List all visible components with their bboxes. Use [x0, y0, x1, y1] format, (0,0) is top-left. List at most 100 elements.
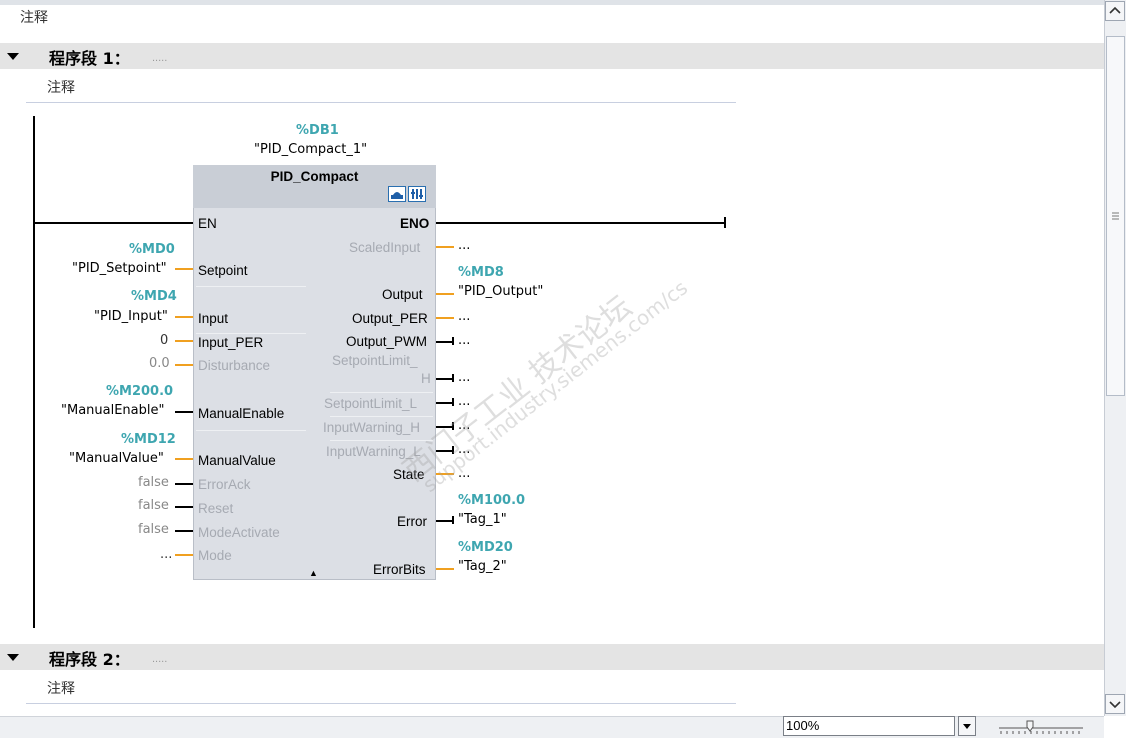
error-address[interactable]: %M100.0 [458, 493, 525, 508]
zoom-slider[interactable] [997, 718, 1085, 736]
pin-output-per[interactable]: Output_PER [352, 311, 428, 326]
zoom-select[interactable]: 100% [783, 716, 955, 736]
pin-separator [330, 416, 433, 417]
pin-input-per[interactable]: Input_PER [198, 335, 263, 350]
error-wire-end [452, 516, 454, 524]
pin-error-ack[interactable]: ErrorAck [198, 477, 251, 492]
scroll-thumb[interactable] [1106, 36, 1125, 396]
manual-value-wire [175, 458, 193, 460]
commissioning-icon[interactable] [388, 186, 406, 202]
pin-mode-activate[interactable]: ModeActivate [198, 525, 280, 540]
input-per-value[interactable]: 0 [160, 333, 168, 348]
input-wire [175, 316, 193, 318]
error-bits-wire [436, 568, 454, 570]
mode-value[interactable]: ... [160, 547, 172, 562]
pin-input-warning-h[interactable]: InputWarning_H [323, 420, 420, 435]
input-address[interactable]: %MD4 [131, 289, 177, 304]
pin-setpoint-limit-l[interactable]: SetpointLimit_L [324, 396, 417, 411]
output-pwm-wire-end [452, 337, 454, 345]
configuration-icon[interactable] [408, 186, 426, 202]
pin-manual-value[interactable]: ManualValue [198, 453, 276, 468]
expand-block-icon[interactable]: ▲ [309, 568, 318, 578]
manual-value-tag[interactable]: "ManualValue" [69, 451, 164, 466]
output-wire [436, 293, 454, 295]
fb-instance-address[interactable]: %DB1 [296, 123, 339, 138]
dropdown-arrow-icon [963, 724, 971, 729]
pin-eno[interactable]: ENO [400, 216, 429, 231]
output-address[interactable]: %MD8 [458, 265, 504, 280]
error-ack-wire [175, 483, 193, 485]
pin-en[interactable]: EN [198, 216, 217, 231]
scaled-input-wire [436, 246, 454, 248]
pin-error-bits[interactable]: ErrorBits [373, 562, 426, 577]
pin-separator [196, 333, 306, 334]
network-1-title: 程序段 1： [49, 49, 130, 68]
pin-reset[interactable]: Reset [198, 501, 233, 516]
manual-enable-address[interactable]: %M200.0 [106, 384, 173, 399]
pin-separator [196, 430, 306, 431]
setpoint-limit-h-wire-end [452, 374, 454, 382]
output-tag[interactable]: "PID_Output" [458, 284, 543, 299]
pin-separator [330, 392, 433, 393]
output-pwm-value[interactable]: ... [458, 333, 470, 348]
reset-value[interactable]: false [138, 498, 169, 513]
manual-enable-wire [175, 411, 193, 413]
error-ack-value[interactable]: false [138, 475, 169, 490]
setpoint-address[interactable]: %MD0 [129, 242, 175, 257]
disturbance-value[interactable]: 0.0 [149, 356, 170, 371]
setpoint-wire [175, 268, 193, 270]
error-tag[interactable]: "Tag_1" [458, 512, 507, 527]
pin-manual-enable[interactable]: ManualEnable [198, 406, 284, 421]
scroll-up-button[interactable] [1105, 1, 1125, 21]
pin-error[interactable]: Error [397, 514, 427, 529]
pin-setpoint-limit-h-suffix: H [421, 371, 431, 386]
manual-enable-tag[interactable]: "ManualEnable" [61, 403, 164, 418]
setpoint-limit-h-value[interactable]: ... [458, 370, 470, 385]
mode-activate-value[interactable]: false [138, 522, 169, 537]
input-per-wire [175, 340, 193, 342]
output-per-wire [436, 317, 454, 319]
chevron-up-icon [1109, 6, 1121, 14]
reset-wire [175, 506, 193, 508]
output-per-value[interactable]: ... [458, 309, 470, 324]
network-1-title-input[interactable]: ..... [152, 52, 167, 64]
scroll-down-button[interactable] [1105, 694, 1125, 714]
pin-setpoint-limit-h[interactable]: SetpointLimit_ [332, 353, 418, 368]
pin-input[interactable]: Input [198, 311, 228, 326]
manual-value-address[interactable]: %MD12 [121, 432, 176, 447]
pin-setpoint[interactable]: Setpoint [198, 263, 248, 278]
network-2-comment-underline [26, 703, 736, 704]
setpoint-limit-l-wire-end [452, 398, 454, 406]
network-2-title: 程序段 2： [49, 650, 130, 669]
pin-scaled-input[interactable]: ScaledInput [349, 240, 420, 255]
left-power-rail [33, 116, 35, 628]
collapse-network-1-icon[interactable] [7, 53, 19, 60]
pin-mode[interactable]: Mode [198, 548, 232, 563]
error-bits-tag[interactable]: "Tag_2" [458, 559, 507, 574]
fb-instance-name[interactable]: "PID_Compact_1" [254, 142, 367, 157]
network-2-title-input[interactable]: ..... [152, 653, 167, 665]
editor-top-strip [0, 0, 1104, 5]
mode-activate-wire [175, 530, 193, 532]
collapse-network-2-icon[interactable] [7, 654, 19, 661]
block-comment[interactable]: 注释 [20, 7, 48, 27]
pin-disturbance[interactable]: Disturbance [198, 358, 270, 373]
input-tag[interactable]: "PID_Input" [94, 309, 168, 324]
network-1-comment-underline [26, 102, 736, 103]
setpoint-tag[interactable]: "PID_Setpoint" [72, 261, 167, 276]
mode-wire [175, 554, 193, 556]
error-bits-address[interactable]: %MD20 [458, 540, 513, 555]
pin-output[interactable]: Output [382, 287, 423, 302]
fb-type-name: PID_Compact [270, 169, 359, 184]
zoom-dropdown-button[interactable] [958, 716, 976, 736]
network-2-comment[interactable]: 注释 [47, 678, 75, 698]
en-power-wire [35, 222, 193, 224]
pin-separator [196, 286, 306, 287]
pin-output-pwm[interactable]: Output_PWM [346, 334, 427, 349]
network-1-comment[interactable]: 注释 [47, 77, 75, 97]
eno-power-wire [436, 222, 726, 224]
scaled-input-value[interactable]: ... [458, 238, 470, 253]
eno-wire-end [724, 217, 726, 228]
chevron-down-icon [1109, 701, 1121, 709]
disturbance-wire [175, 364, 193, 366]
